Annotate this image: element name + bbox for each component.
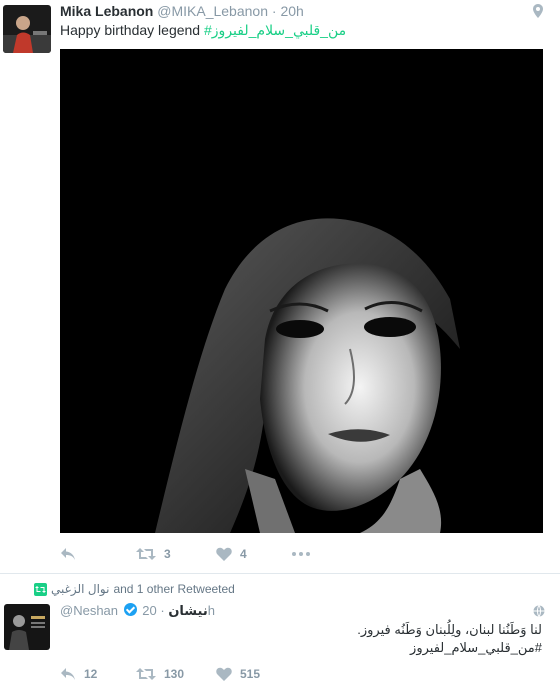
tweet-text-line: لنا وَطَنُنا لبنان، ولِلُبنان وَطَنُه في… xyxy=(357,622,542,637)
author-name[interactable]: نيشان xyxy=(168,603,207,618)
reply-count: 12 xyxy=(84,667,98,681)
hashtag-link[interactable]: #من_قلبي_سلام_لفيروز xyxy=(204,22,346,38)
tweet-mika-lebanon[interactable]: Mika Lebanon @MIKA_Lebanon · 20h Happy b… xyxy=(0,0,560,574)
separator-dot: · xyxy=(160,603,165,618)
avatar-neshan[interactable] xyxy=(4,604,50,650)
retweet-icon xyxy=(136,668,156,680)
retweet-count: 3 xyxy=(164,547,171,561)
hashtag-link[interactable]: #من_قلبي_سلام_لفيروز xyxy=(410,640,542,656)
like-button[interactable]: 4 xyxy=(216,544,247,564)
globe-icon xyxy=(533,604,545,622)
heart-icon xyxy=(216,547,232,561)
retweet-count: 130 xyxy=(164,667,185,681)
heart-icon xyxy=(216,667,232,681)
tweet-header: @Neshan نيشان · 20h xyxy=(60,603,215,619)
reply-icon xyxy=(61,548,75,560)
tweet-body: Happy birthday legend xyxy=(60,22,201,38)
like-count: 515 xyxy=(240,667,261,681)
author-name[interactable]: Mika Lebanon xyxy=(60,3,153,19)
verified-icon xyxy=(123,603,137,616)
geo-pin-icon[interactable] xyxy=(533,4,543,23)
tweet-time[interactable]: 20h xyxy=(280,3,303,19)
avatar-mika-lebanon[interactable] xyxy=(3,5,51,53)
tweet-header: Mika Lebanon @MIKA_Lebanon · 20h xyxy=(60,3,304,19)
more-icon xyxy=(292,552,310,556)
retweet-button[interactable]: 130 xyxy=(136,664,184,684)
like-count: 4 xyxy=(240,547,247,561)
tweet-text: Happy birthday legend #من_قلبي_سلام_لفير… xyxy=(60,22,346,39)
reply-button[interactable] xyxy=(60,544,76,564)
author-handle[interactable]: @Neshan xyxy=(60,603,118,618)
reply-button[interactable]: 12 xyxy=(60,664,97,684)
more-button[interactable] xyxy=(292,544,310,564)
separator-dot: · xyxy=(271,3,277,19)
author-handle[interactable]: @MIKA_Lebanon xyxy=(157,3,268,19)
retweet-button[interactable]: 3 xyxy=(136,544,171,564)
tweet-photo[interactable] xyxy=(60,49,543,533)
tweet-actions: 12 130 515 xyxy=(60,664,540,684)
like-button[interactable]: 515 xyxy=(216,664,260,684)
tweet-actions: 3 4 xyxy=(60,544,540,564)
retweet-icon xyxy=(136,548,156,560)
reply-icon xyxy=(61,668,75,680)
